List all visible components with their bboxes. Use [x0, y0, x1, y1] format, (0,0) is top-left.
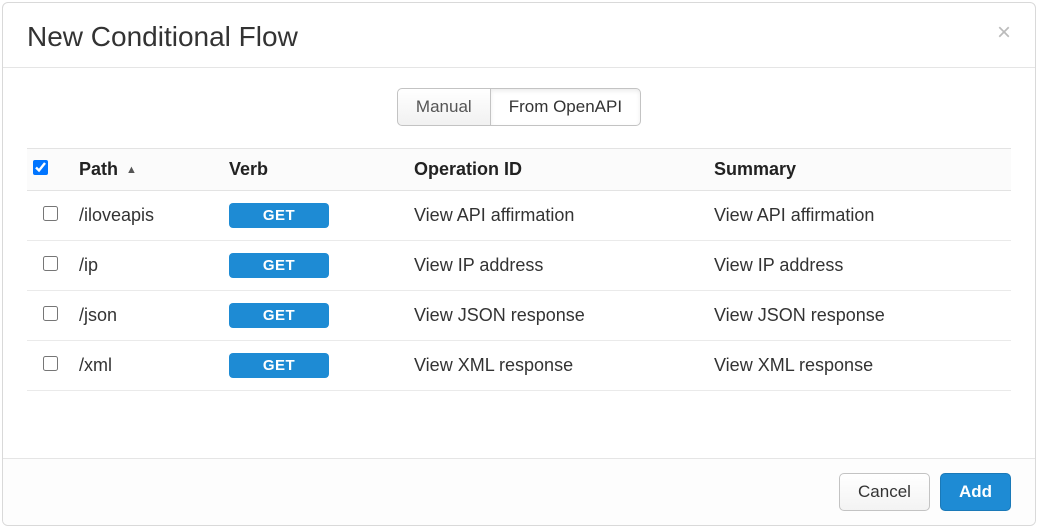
add-button[interactable]: Add	[940, 473, 1011, 511]
new-conditional-flow-modal: New Conditional Flow × Manual From OpenA…	[2, 2, 1036, 526]
row-checkbox[interactable]	[43, 306, 58, 321]
table-header-row: Path ▲ Verb Operation ID Summary	[27, 149, 1011, 191]
column-header-verb[interactable]: Verb	[223, 149, 408, 191]
verb-badge: GET	[229, 303, 329, 328]
sort-asc-icon: ▲	[126, 164, 137, 176]
table-row: /xmlGET View XML responseView XML respons…	[27, 341, 1011, 391]
column-header-select	[27, 149, 73, 191]
verb-badge: GET	[229, 203, 329, 228]
column-header-path[interactable]: Path ▲	[73, 149, 223, 191]
cell-summary: View API affirmation	[708, 191, 1011, 241]
tab-manual[interactable]: Manual	[397, 88, 491, 126]
table-row: /jsonGET View JSON responseView JSON resp…	[27, 291, 1011, 341]
row-checkbox[interactable]	[43, 356, 58, 371]
cell-operation-id: View IP address	[408, 241, 708, 291]
tab-from-openapi[interactable]: From OpenAPI	[491, 88, 641, 126]
cell-summary: View IP address	[708, 241, 1011, 291]
source-tab-group: Manual From OpenAPI	[27, 88, 1011, 126]
cancel-button[interactable]: Cancel	[839, 473, 930, 511]
table-row: /ipGET View IP addressView IP address	[27, 241, 1011, 291]
row-checkbox[interactable]	[43, 256, 58, 271]
verb-badge: GET	[229, 253, 329, 278]
cell-path: /iloveapis	[73, 191, 223, 241]
cell-path: /ip	[73, 241, 223, 291]
cell-operation-id: View JSON response	[408, 291, 708, 341]
modal-body: Manual From OpenAPI Path ▲ Verb Operatio…	[3, 68, 1035, 458]
close-icon[interactable]: ×	[997, 21, 1011, 45]
modal-header: New Conditional Flow ×	[3, 3, 1035, 68]
column-header-summary[interactable]: Summary	[708, 149, 1011, 191]
cell-path: /xml	[73, 341, 223, 391]
row-checkbox[interactable]	[43, 206, 58, 221]
cell-path: /json	[73, 291, 223, 341]
verb-badge: GET	[229, 353, 329, 378]
select-all-checkbox[interactable]	[33, 160, 48, 175]
column-header-path-label: Path	[79, 159, 118, 179]
table-row: /iloveapisGET View API affirmationView AP…	[27, 191, 1011, 241]
cell-operation-id: View XML response	[408, 341, 708, 391]
column-header-operation-id[interactable]: Operation ID	[408, 149, 708, 191]
modal-title: New Conditional Flow	[27, 21, 298, 53]
modal-footer: Cancel Add	[3, 458, 1035, 525]
operations-table: Path ▲ Verb Operation ID Summary /ilovea…	[27, 148, 1011, 391]
cell-summary: View XML response	[708, 341, 1011, 391]
cell-operation-id: View API affirmation	[408, 191, 708, 241]
table-body: /iloveapisGETView API affirmationView AP…	[27, 191, 1011, 391]
cell-summary: View JSON response	[708, 291, 1011, 341]
